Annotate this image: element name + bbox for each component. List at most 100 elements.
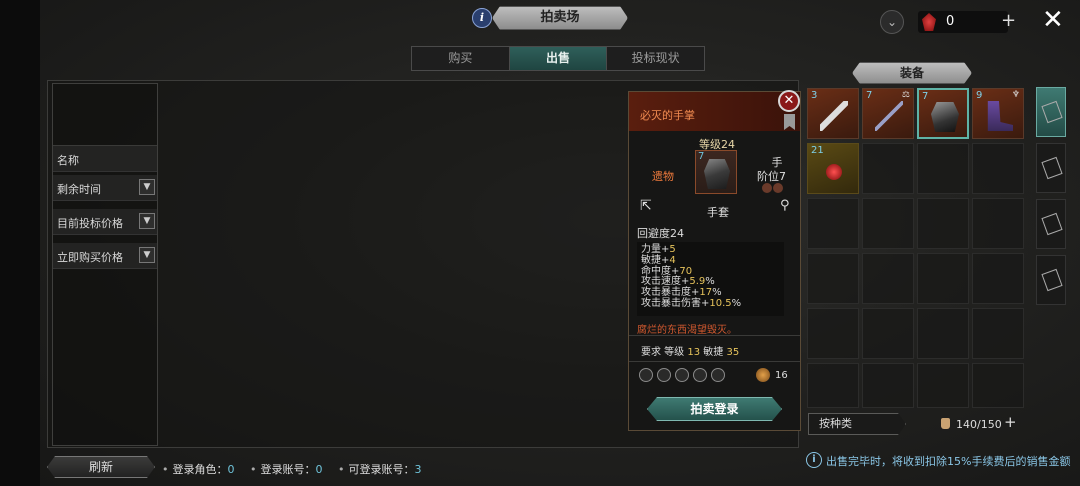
item-tier: 阶位7 bbox=[757, 170, 786, 183]
left-bezel bbox=[0, 0, 40, 486]
tab-bar: 购买 出售 投标现状 bbox=[411, 46, 705, 71]
tooltip-header: 必灭的手掌 bbox=[629, 92, 800, 131]
equipment-slot-empty[interactable] bbox=[862, 198, 914, 249]
coin-icon bbox=[756, 368, 770, 382]
item-tier-number: 7 bbox=[698, 151, 705, 162]
item-preview-box bbox=[53, 84, 157, 146]
login-info: • 登录角色：0 • 登录账号：0 • 可登录账号：3 bbox=[162, 463, 422, 476]
page-title: 拍卖场 bbox=[492, 6, 628, 30]
item-icon: 7 bbox=[695, 150, 737, 194]
fee-notice: 出售完毕时，将收到扣除15%手续费后的销售金额 bbox=[826, 455, 1071, 468]
equipment-slot-empty[interactable] bbox=[862, 253, 914, 304]
add-currency-button[interactable]: + bbox=[1001, 10, 1016, 32]
equipment-grid: 3 7 ⚖ 7 9 ♆ 21 bbox=[805, 88, 1027, 408]
equipment-slot-boots[interactable]: 9 ♆ bbox=[972, 88, 1024, 139]
bag-capacity: 140/150 bbox=[956, 418, 1002, 431]
tier-dots bbox=[762, 183, 786, 193]
equipment-slot-empty[interactable] bbox=[917, 363, 969, 408]
chevron-down-icon[interactable]: ▼ bbox=[139, 213, 155, 229]
share-icon[interactable]: ⇱ bbox=[640, 198, 658, 214]
download-icon[interactable]: ⌄ bbox=[880, 10, 904, 34]
equipment-slot-empty[interactable] bbox=[972, 308, 1024, 359]
property-icon bbox=[693, 368, 707, 382]
filter-column: 名称 剩余时间 ▼ 目前投标价格 ▼ 立即购买价格 ▼ bbox=[52, 83, 158, 446]
card-icon bbox=[1041, 268, 1063, 292]
armor-icon bbox=[1041, 156, 1063, 180]
property-icon bbox=[639, 368, 653, 382]
equipment-slot-empty[interactable] bbox=[807, 198, 859, 249]
item-evasion: 回避度24 bbox=[637, 227, 684, 240]
title-bar: i 拍卖场 bbox=[472, 6, 632, 32]
equipment-slot-empty[interactable] bbox=[972, 363, 1024, 408]
category-tab-cards[interactable] bbox=[1036, 255, 1066, 305]
item-rarity: 遗物 bbox=[652, 170, 674, 183]
equipment-slot-empty[interactable] bbox=[862, 308, 914, 359]
category-tab-armor[interactable] bbox=[1036, 143, 1066, 193]
property-icon bbox=[675, 368, 689, 382]
stat-line: 攻击暴击伤害+10.5% bbox=[641, 297, 742, 309]
equipment-title: 装备 bbox=[852, 62, 972, 84]
equipment-slot-staff[interactable]: 7 ⚖ bbox=[862, 88, 914, 139]
equipment-slot-amulet[interactable]: 21 bbox=[807, 143, 859, 194]
equipment-header: 装备 bbox=[800, 62, 1030, 84]
login-accounts-value: 0 bbox=[315, 463, 323, 476]
equipment-slot-empty[interactable] bbox=[862, 363, 914, 408]
item-requirements: 要求 等级 13 敏捷 35 bbox=[641, 347, 740, 358]
filter-time-left[interactable]: 剩余时间 ▼ bbox=[53, 175, 157, 201]
info-icon[interactable]: i bbox=[472, 8, 492, 28]
close-icon[interactable]: ✕ bbox=[1042, 6, 1064, 34]
equipment-slot-empty[interactable] bbox=[807, 308, 859, 359]
property-icon bbox=[657, 368, 671, 382]
filter-time-left-label: 剩余时间 bbox=[57, 183, 101, 196]
equipment-slot-hammer[interactable]: 3 bbox=[807, 88, 859, 139]
tab-buy[interactable]: 购买 bbox=[412, 47, 509, 70]
category-tab-weapons[interactable] bbox=[1036, 87, 1066, 137]
glove-icon bbox=[704, 159, 730, 189]
chevron-down-icon[interactable]: ▼ bbox=[139, 247, 155, 263]
equipment-slot-empty[interactable] bbox=[807, 253, 859, 304]
equipment-slot-empty[interactable] bbox=[972, 198, 1024, 249]
filter-current-bid[interactable]: 目前投标价格 ▼ bbox=[53, 209, 157, 235]
boots-icon bbox=[987, 101, 1013, 131]
helmet-icon bbox=[1041, 212, 1063, 236]
item-stats: 力量+5 敏捷+4 命中度+70 攻击速度+5.9% 攻击暴击度+17% 攻击暴… bbox=[637, 242, 784, 316]
filter-buyout[interactable]: 立即购买价格 ▼ bbox=[53, 243, 157, 269]
divider bbox=[629, 335, 800, 336]
equipment-slot-gloves[interactable]: 7 bbox=[917, 88, 969, 139]
refresh-button[interactable]: 刷新 bbox=[47, 456, 155, 478]
auction-register-button[interactable]: 拍卖登录 bbox=[647, 397, 782, 421]
filter-current-bid-label: 目前投标价格 bbox=[57, 217, 123, 230]
tab-sell[interactable]: 出售 bbox=[508, 47, 608, 70]
equipment-slot-empty[interactable] bbox=[862, 143, 914, 194]
sort-by-type-button[interactable]: 按种类 bbox=[808, 413, 906, 435]
staff-icon bbox=[875, 101, 903, 131]
available-accounts-value: 3 bbox=[414, 463, 422, 476]
hammer-icon bbox=[820, 101, 848, 131]
equipment-slot-empty[interactable] bbox=[807, 363, 859, 408]
divider bbox=[629, 361, 800, 362]
equipment-slot-empty[interactable] bbox=[917, 253, 969, 304]
equipment-slot-empty[interactable] bbox=[917, 198, 969, 249]
glove-icon bbox=[931, 102, 959, 132]
category-tab-helmet[interactable] bbox=[1036, 199, 1066, 249]
tab-bid-status[interactable]: 投标现状 bbox=[607, 47, 704, 70]
filter-name[interactable]: 名称 bbox=[53, 146, 157, 172]
filter-name-label: 名称 bbox=[57, 154, 79, 167]
expand-bag-button[interactable]: + bbox=[1004, 413, 1017, 431]
tooltip-close-button[interactable]: ✕ bbox=[778, 90, 800, 112]
equipment-slot-empty[interactable] bbox=[917, 143, 969, 194]
info-icon: i bbox=[806, 452, 822, 468]
item-name: 必灭的手掌 bbox=[640, 109, 695, 122]
search-icon[interactable]: ⚲ bbox=[780, 198, 790, 213]
chevron-down-icon[interactable]: ▼ bbox=[139, 179, 155, 195]
currency-value: 0 bbox=[946, 14, 955, 29]
available-accounts-label: 可登录账号： bbox=[348, 463, 415, 476]
equipment-slot-empty[interactable] bbox=[972, 143, 1024, 194]
property-icon bbox=[711, 368, 725, 382]
item-tooltip: 必灭的手掌 ✕ 等级24 遗物 7 手 阶位7 ⇱ 手套 ⚲ 回避度24 力量+… bbox=[628, 90, 801, 431]
equipment-slot-empty[interactable] bbox=[972, 253, 1024, 304]
currency-display: 0 bbox=[918, 11, 1008, 33]
ruby-gem-icon bbox=[922, 13, 936, 31]
sword-icon bbox=[1041, 100, 1063, 124]
equipment-slot-empty[interactable] bbox=[917, 308, 969, 359]
